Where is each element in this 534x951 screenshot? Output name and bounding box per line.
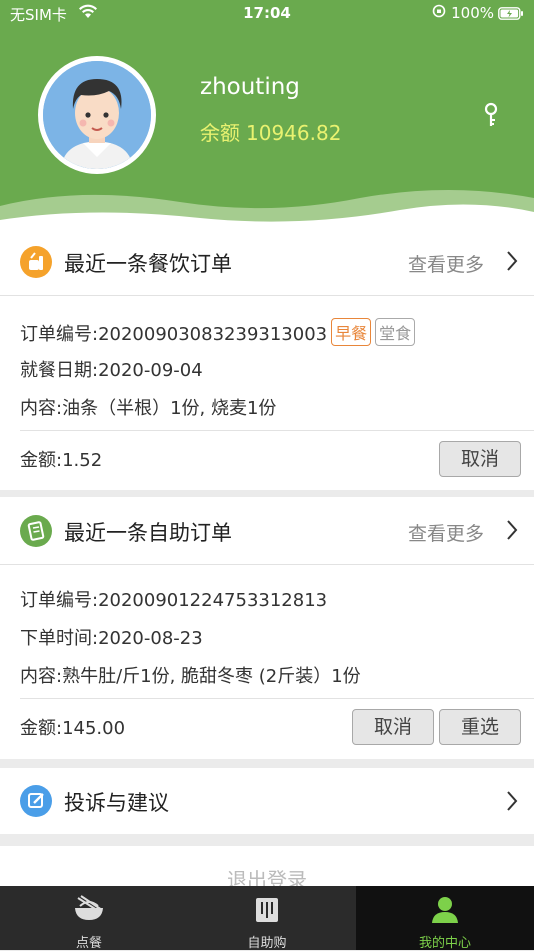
self-order-more-link[interactable]: 查看更多 (408, 519, 484, 546)
meal-order-card: 最近一条餐饮订单 查看更多 订单编号:20200903083239313003 早… (0, 228, 534, 490)
meal-tag-dine-in: 堂食 (375, 318, 416, 346)
balance: 余额 10946.82 (200, 117, 347, 146)
header-wave (0, 190, 534, 228)
key-icon[interactable] (482, 102, 500, 132)
user-icon (430, 894, 460, 928)
logout-label: 退出登录 (227, 868, 307, 886)
meal-tag-breakfast: 早餐 (331, 318, 372, 346)
shopping-bag-icon (254, 894, 280, 928)
self-order-card: 最近一条自助订单 查看更多 订单编号:20200901224753312813 … (0, 497, 534, 759)
self-reselect-button[interactable]: 重选 (439, 709, 521, 745)
logout-button[interactable]: 退出登录 (0, 846, 534, 886)
meal-order-amount: 金额:1.52 (20, 450, 103, 471)
username: zhouting (200, 74, 300, 100)
divider (20, 698, 534, 699)
tab-order-meal[interactable]: 点餐 (0, 886, 178, 951)
meal-order-more-link[interactable]: 查看更多 (408, 250, 484, 277)
feedback-row[interactable]: 投诉与建议 (0, 768, 534, 834)
divider (20, 430, 534, 431)
meal-icon (20, 246, 52, 278)
feedback-title: 投诉与建议 (64, 791, 169, 815)
self-cancel-button[interactable]: 取消 (352, 709, 434, 745)
avatar[interactable] (38, 56, 156, 174)
battery-icon (498, 6, 524, 24)
chevron-right-icon[interactable] (506, 519, 518, 545)
chevron-right-icon[interactable] (506, 250, 518, 276)
edit-icon (20, 785, 52, 817)
bowl-icon (72, 894, 106, 928)
feedback-card[interactable]: 投诉与建议 (0, 768, 534, 834)
meal-order-title: 最近一条餐饮订单 (64, 252, 232, 276)
self-order-date: 下单时间:2020-08-23 (20, 628, 203, 649)
tab-label: 我的中心 (418, 936, 471, 951)
meal-order-content: 内容:油条（半根）1份, 烧麦1份 (20, 398, 277, 419)
self-order-number: 订单编号:20200901224753312813 (20, 590, 328, 611)
self-order-title: 最近一条自助订单 (64, 521, 232, 545)
meal-order-number: 订单编号:20200903083239313003 早餐 堂食 (20, 318, 416, 346)
balance-label: 余额 (200, 121, 240, 145)
tab-bar: 点餐 自助购 我的中心 (0, 886, 534, 951)
balance-value: 10946.82 (246, 121, 342, 145)
orientation-lock-icon (432, 4, 446, 22)
tab-label: 自助购 (247, 936, 287, 951)
self-order-content: 内容:熟牛肚/斤1份, 脆甜冬枣 (2斤装）1份 (20, 666, 361, 687)
meal-cancel-button[interactable]: 取消 (439, 441, 521, 477)
meal-order-header[interactable]: 最近一条餐饮订单 查看更多 (0, 228, 534, 296)
receipt-icon (20, 515, 52, 547)
chevron-right-icon[interactable] (506, 790, 518, 816)
self-order-header[interactable]: 最近一条自助订单 查看更多 (0, 497, 534, 565)
tab-label: 点餐 (75, 936, 102, 951)
tab-self-service[interactable]: 自助购 (178, 886, 356, 951)
tab-my-center[interactable]: 我的中心 (356, 886, 534, 951)
status-bar: 无SIM卡 17:04 100% (0, 0, 534, 28)
profile-header: 无SIM卡 17:04 100% zhouting 余额 10946.82 (0, 0, 534, 228)
meal-order-date: 就餐日期:2020-09-04 (20, 360, 203, 381)
meal-order-number-text: 订单编号:20200903083239313003 (20, 324, 328, 345)
battery-percent: 100% (451, 4, 494, 22)
self-order-amount: 金额:145.00 (20, 718, 126, 739)
